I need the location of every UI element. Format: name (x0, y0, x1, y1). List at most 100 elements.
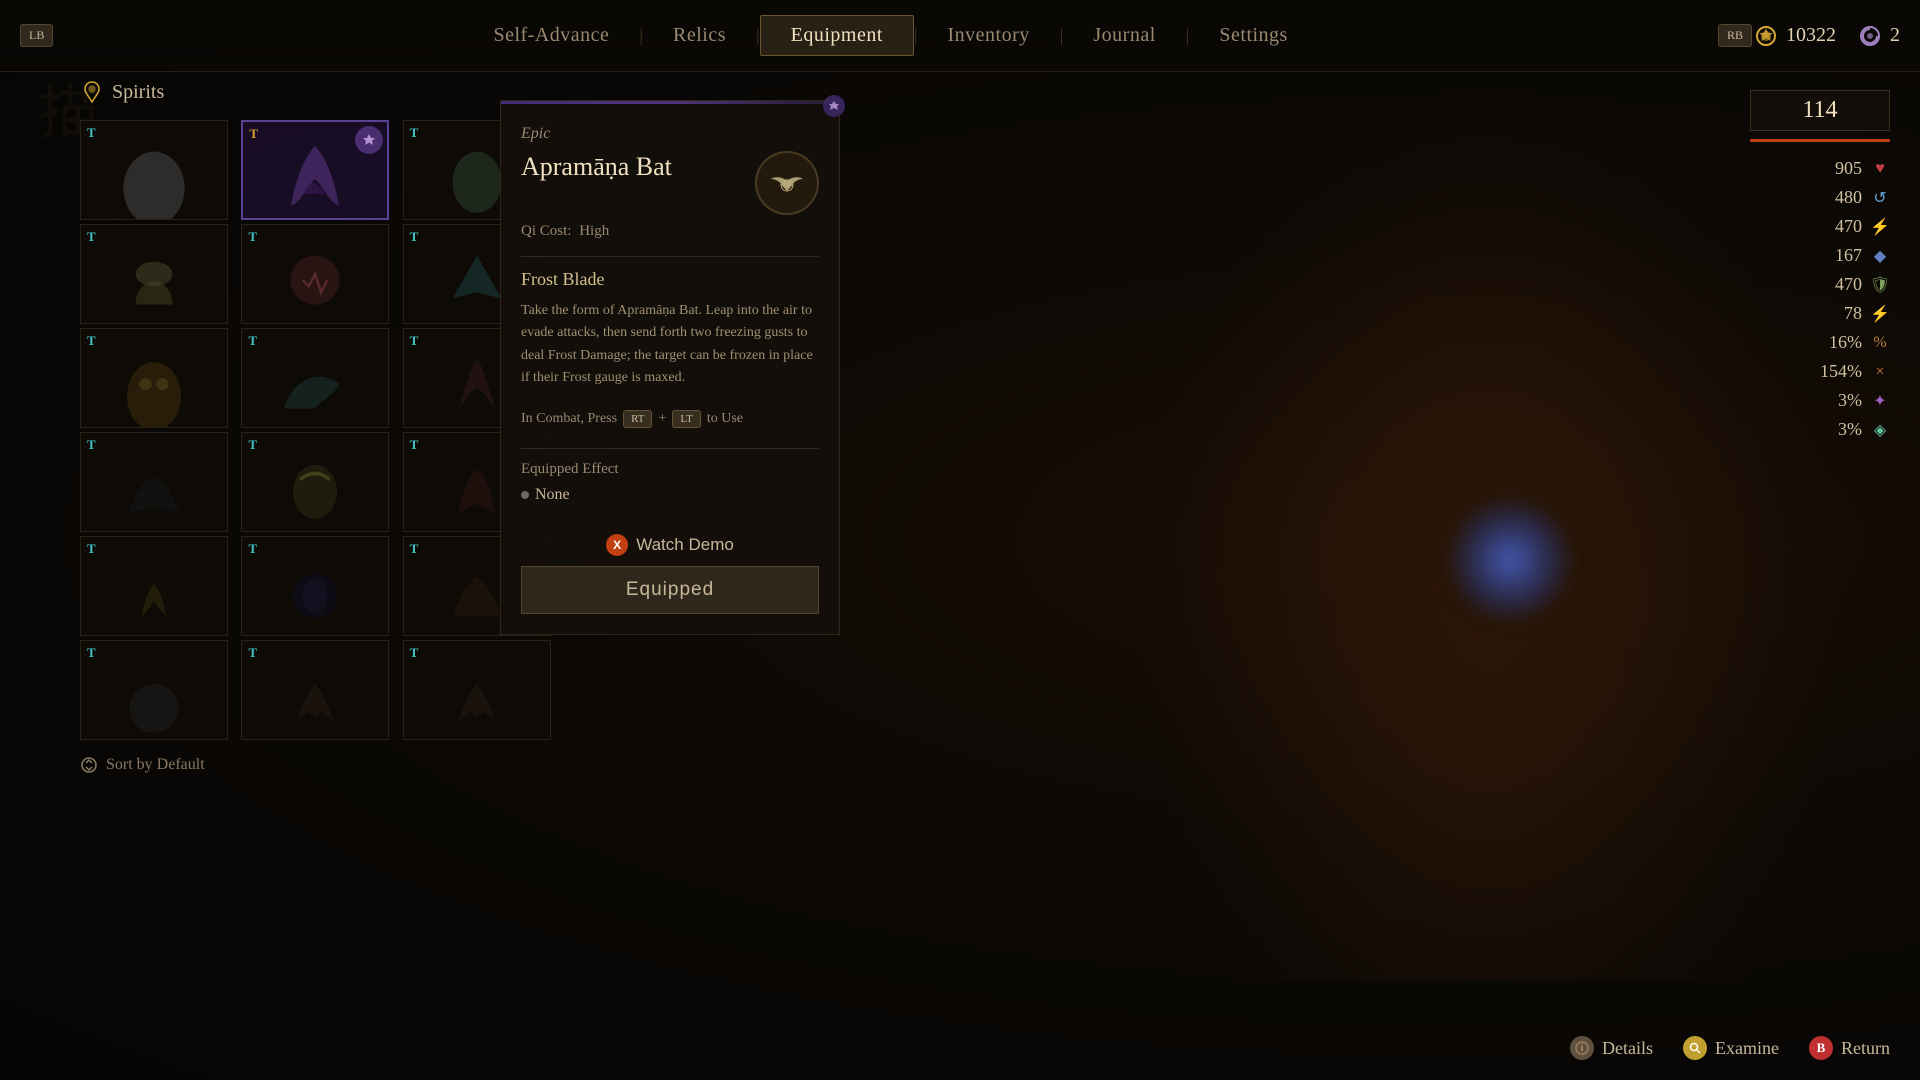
spirit-tier-10: T (87, 437, 96, 453)
nav-equipment[interactable]: Equipment (760, 15, 914, 56)
spirit-image-11 (242, 433, 388, 531)
stat-value-6: 16% (1802, 332, 1862, 353)
stat-row-5: 78 ⚡ (1750, 303, 1890, 324)
spirit-image-14 (242, 537, 388, 635)
spirit-cell-2[interactable]: T (241, 120, 389, 220)
qi-cost-value: High (579, 223, 609, 239)
spirit-cell-7[interactable]: T (80, 328, 228, 428)
stats-panel: 114 905 ♥ 480 ↺ 470 ⚡ 167 ◆ 470 🛡 78 ⚡ 1… (1750, 90, 1890, 448)
spirit-image-16 (81, 641, 227, 739)
item-name: Apramāṇa Bat (521, 151, 755, 182)
spirit-tier-14: T (248, 541, 257, 557)
spirit-cell-1[interactable]: T (80, 120, 228, 220)
item-rarity: Epic (521, 125, 819, 143)
return-btn-icon: B (1809, 1036, 1833, 1060)
combat-suffix: to Use (707, 411, 743, 427)
stat-row-4: 470 🛡 (1750, 274, 1890, 295)
item-card: Epic Apramāṇa Bat Qi Cost: High (500, 100, 840, 635)
nav-journal[interactable]: Journal (1063, 16, 1185, 55)
combat-plus: + (658, 411, 666, 427)
currency-2: 2 (1856, 22, 1900, 50)
nav-inventory[interactable]: Inventory (918, 16, 1060, 55)
rb-button[interactable]: RB (1718, 24, 1752, 47)
stat-value-1: 480 (1802, 187, 1862, 208)
stat-value-7: 154% (1802, 361, 1862, 382)
spirit-cell-4[interactable]: T (80, 224, 228, 324)
details-button[interactable]: Details (1570, 1036, 1653, 1060)
equipped-effect-label: Equipped Effect (521, 461, 819, 478)
spirits-grid: T T T T T (80, 120, 560, 740)
spirit-cell-10[interactable]: T (80, 432, 228, 532)
item-icon-circle (755, 151, 819, 215)
item-header: Apramāṇa Bat (521, 151, 819, 215)
stat-icon-4: 🛡 (1870, 275, 1890, 295)
stat-icon-7: × (1870, 362, 1890, 382)
spirit-image-17 (242, 641, 388, 739)
blue-glow-effect (1450, 500, 1570, 620)
currency-2-icon (1856, 22, 1884, 50)
stat-value-3: 167 (1802, 245, 1862, 266)
spirit-tier-8: T (248, 333, 257, 349)
spirit-cell-14[interactable]: T (241, 536, 389, 636)
spirit-cell-16[interactable]: T (80, 640, 228, 740)
nav-settings[interactable]: Settings (1189, 16, 1317, 55)
details-btn-icon (1570, 1036, 1594, 1060)
return-label: Return (1841, 1038, 1890, 1059)
stat-row-8: 3% ✦ (1750, 390, 1890, 411)
item-qi-cost: Qi Cost: High (521, 223, 819, 240)
watch-demo-label: Watch Demo (636, 535, 734, 555)
stat-value-8: 3% (1802, 390, 1862, 411)
spirit-tier-12: T (410, 437, 419, 453)
spirit-cell-18[interactable]: T (403, 640, 551, 740)
spirit-cell-17[interactable]: T (241, 640, 389, 740)
sort-button[interactable]: Sort by Default (80, 756, 560, 774)
sort-label: Sort by Default (106, 756, 205, 774)
stat-icon-6: % (1870, 333, 1890, 353)
return-button[interactable]: B Return (1809, 1036, 1890, 1060)
stat-value-4: 470 (1802, 274, 1862, 295)
examine-button[interactable]: Examine (1683, 1036, 1779, 1060)
currency-1: 10322 (1752, 22, 1836, 50)
spirit-cell-13[interactable]: T (80, 536, 228, 636)
spirit-image-13 (81, 537, 227, 635)
spirit-tier-13: T (87, 541, 96, 557)
top-navigation: LB Self-Advance | Relics | Equipment | I… (0, 0, 1920, 72)
stat-row-6: 16% % (1750, 332, 1890, 353)
stat-icon-2: ⚡ (1870, 217, 1890, 237)
spirit-tier-16: T (87, 645, 96, 661)
nav-relics[interactable]: Relics (643, 16, 756, 55)
level-progress-bar (1750, 139, 1890, 142)
stat-icon-8: ✦ (1870, 391, 1890, 411)
spirit-tier-18: T (410, 645, 419, 661)
lb-button[interactable]: LB (20, 24, 53, 47)
spirit-cell-11[interactable]: T (241, 432, 389, 532)
combat-btn2: LT (672, 410, 700, 428)
nav-items-container: Self-Advance | Relics | Equipment | Inve… (63, 15, 1718, 56)
spirit-tier-4: T (87, 229, 96, 245)
spirits-header-icon (80, 80, 104, 104)
stat-value-2: 470 (1802, 216, 1862, 237)
watch-demo-button[interactable]: X Watch Demo (521, 524, 819, 566)
item-divider-2 (521, 448, 819, 449)
stat-icon-5: ⚡ (1870, 304, 1890, 324)
spirit-tier-15: T (410, 541, 419, 557)
qi-cost-label: Qi Cost: (521, 223, 571, 239)
spirit-tier-9: T (410, 333, 419, 349)
equipped-button[interactable]: Equipped (521, 566, 819, 614)
currency-display: 10322 2 (1752, 22, 1900, 50)
stat-row-3: 167 ◆ (1750, 245, 1890, 266)
item-detail-panel: Epic Apramāṇa Bat Qi Cost: High (500, 100, 840, 635)
stat-icon-3: ◆ (1870, 246, 1890, 266)
currency-1-value: 10322 (1786, 24, 1836, 47)
effect-dot (521, 491, 529, 499)
equipped-effect-value: None (521, 486, 819, 504)
spirit-cell-5[interactable]: T (241, 224, 389, 324)
skill-name: Frost Blade (521, 269, 819, 290)
spirit-cell-8[interactable]: T (241, 328, 389, 428)
combat-prefix: In Combat, Press (521, 411, 617, 427)
nav-self-advance[interactable]: Self-Advance (463, 16, 639, 55)
spirit-tier-1: T (87, 125, 96, 141)
examine-btn-icon (1683, 1036, 1707, 1060)
sort-icon (80, 756, 98, 774)
spirit-image-7 (81, 329, 227, 427)
